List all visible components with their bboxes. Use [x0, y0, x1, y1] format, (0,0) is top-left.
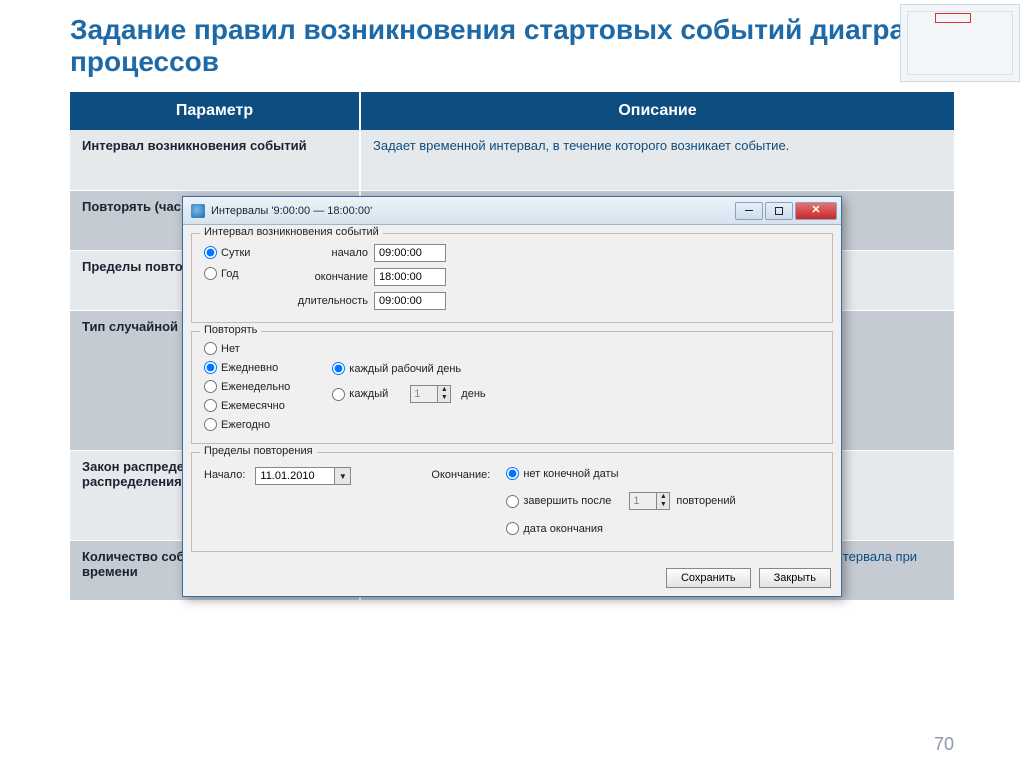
th-desc: Описание: [360, 92, 954, 130]
group-limits: Пределы повторения Начало: ▼ Окончание: …: [191, 452, 833, 552]
radio-workday[interactable]: каждый рабочий день: [332, 362, 473, 375]
radio-year[interactable]: Год: [204, 267, 282, 280]
lbl-limit-start: Начало:: [204, 467, 245, 481]
minimize-button[interactable]: [735, 202, 763, 220]
group-repeat-legend: Повторять: [200, 324, 261, 336]
group-repeat: Повторять Нет Ежедневно Еженедельно Ежем…: [191, 331, 833, 444]
close-dialog-button[interactable]: Закрыть: [759, 568, 831, 588]
radio-none[interactable]: Нет: [204, 342, 290, 355]
radio-every[interactable]: каждый: [332, 388, 388, 401]
radio-daily[interactable]: Ежедневно: [204, 361, 290, 374]
input-duration[interactable]: [374, 292, 446, 310]
chevron-down-icon[interactable]: ▼: [657, 501, 669, 509]
group-limits-legend: Пределы повторения: [200, 445, 317, 457]
page-number: 70: [934, 734, 954, 755]
radio-day[interactable]: Сутки: [204, 246, 282, 259]
lbl-end: окончание: [294, 271, 374, 283]
radio-noend[interactable]: нет конечной даты: [506, 467, 723, 480]
date-start[interactable]: ▼: [255, 467, 351, 485]
chevron-up-icon[interactable]: ▲: [657, 493, 669, 501]
save-button[interactable]: Сохранить: [666, 568, 751, 588]
app-icon: [191, 204, 205, 218]
input-end[interactable]: [374, 268, 446, 286]
group-interval: Интервал возникновения событий Сутки Год…: [191, 233, 833, 323]
lbl-every-unit: день: [461, 388, 485, 400]
dialog-title: Интервалы '9:00:00 — 18:00:00': [211, 205, 735, 217]
chevron-up-icon[interactable]: ▲: [438, 386, 450, 394]
spin-every[interactable]: ▲▼: [410, 385, 451, 403]
input-start[interactable]: [374, 244, 446, 262]
maximize-button[interactable]: [765, 202, 793, 220]
intervals-dialog: Интервалы '9:00:00 — 18:00:00' ✕ Интерва…: [182, 196, 842, 597]
radio-after[interactable]: завершить после: [506, 495, 611, 508]
spin-after[interactable]: ▲▼: [629, 492, 670, 510]
lbl-start: начало: [294, 247, 374, 259]
lbl-limit-end: Окончание:: [431, 467, 490, 481]
slide-title: Задание правил возникновения стартовых с…: [70, 14, 954, 78]
radio-yearly[interactable]: Ежегодно: [204, 418, 290, 431]
close-button[interactable]: ✕: [795, 202, 837, 220]
group-interval-legend: Интервал возникновения событий: [200, 226, 383, 238]
radio-weekly[interactable]: Еженедельно: [204, 380, 290, 393]
chevron-down-icon[interactable]: ▼: [335, 467, 351, 485]
lbl-after-unit: повторений: [676, 495, 735, 507]
radio-monthly[interactable]: Ежемесячно: [204, 399, 290, 412]
dialog-titlebar[interactable]: Интервалы '9:00:00 — 18:00:00' ✕: [183, 197, 841, 225]
table-row: Интервал возникновения событий Задает вр…: [70, 130, 954, 190]
th-param: Параметр: [70, 92, 360, 130]
slide-thumbnail: [900, 4, 1020, 82]
radio-enddate[interactable]: дата окончания: [506, 522, 723, 535]
lbl-duration: длительность: [294, 295, 374, 307]
chevron-down-icon[interactable]: ▼: [438, 394, 450, 402]
